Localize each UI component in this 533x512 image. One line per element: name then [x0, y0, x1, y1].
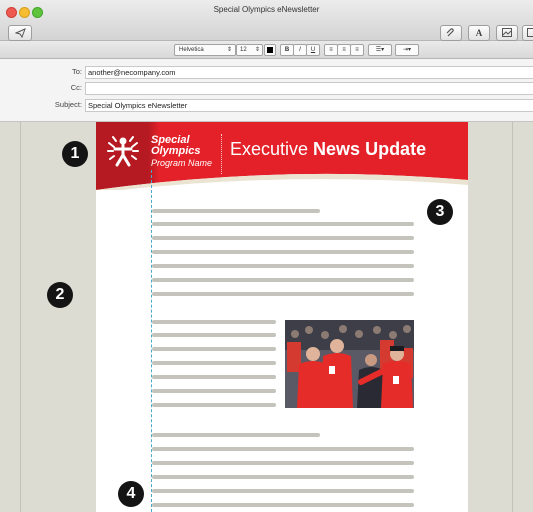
- to-label: To:: [71, 67, 82, 76]
- placeholder-text-line: [152, 375, 276, 379]
- window-title: Special Olympics eNewsletter: [213, 5, 320, 14]
- paperclip-icon: [446, 28, 454, 37]
- message-body[interactable]: Special Olympics Program Name Executive …: [0, 122, 533, 512]
- placeholder-text-line: [152, 209, 320, 213]
- placeholder-text-line: [152, 222, 414, 226]
- cc-row: Cc:: [0, 81, 533, 95]
- align-center-button[interactable]: ≡: [337, 44, 351, 56]
- format-font-button[interactable]: A: [468, 25, 490, 41]
- placeholder-text-line: [152, 278, 414, 282]
- placeholder-text-line: [152, 403, 276, 407]
- italic-button[interactable]: I: [293, 44, 307, 56]
- body-margin-line: [512, 122, 513, 512]
- placeholder-text-line: [152, 320, 276, 324]
- placeholder-text-line: [152, 489, 414, 493]
- send-icon: [13, 28, 26, 39]
- subject-label: Subject:: [54, 100, 82, 109]
- program-name: Program Name: [151, 158, 213, 168]
- placeholder-text-line: [152, 447, 414, 451]
- align-left-button[interactable]: ≡: [324, 44, 338, 56]
- logo-text-olympics: Olympics: [151, 145, 201, 157]
- placeholder-text-line: [152, 333, 276, 337]
- text-color-button[interactable]: [264, 44, 276, 56]
- newsletter-photo[interactable]: [285, 320, 414, 408]
- placeholder-text-line: [152, 503, 414, 507]
- send-button[interactable]: [8, 25, 32, 41]
- placeholder-text-line: [152, 461, 414, 465]
- font-size-value: 12: [240, 47, 247, 53]
- subject-row: Subject: Special Olympics eNewsletter: [0, 98, 533, 112]
- align-left-icon: ≡: [329, 47, 333, 53]
- headline-light: Executive: [230, 139, 314, 159]
- banner-divider: [221, 134, 222, 174]
- photo-browser-icon: [502, 28, 512, 37]
- placeholder-text-line: [152, 433, 320, 437]
- title-bar: Special Olympics eNewsletter A: [0, 0, 533, 41]
- cc-label: Cc:: [70, 83, 82, 92]
- indent-button[interactable]: ⇥▾: [395, 44, 419, 56]
- placeholder-text-line: [152, 292, 414, 296]
- body-margin-line: [20, 122, 21, 512]
- chevron-updown-icon: ⇕: [254, 47, 260, 53]
- stationery-icon: [527, 28, 533, 37]
- font-family-select[interactable]: Helvetica ⇕: [174, 44, 236, 56]
- align-center-icon: ≡: [342, 47, 346, 53]
- newsletter-headline: Executive News Update: [230, 139, 426, 160]
- bold-button[interactable]: B: [280, 44, 294, 56]
- placeholder-text-line: [152, 250, 414, 254]
- headline-bold: News Update: [313, 139, 427, 159]
- color-swatch-icon: [267, 47, 273, 53]
- underline-button[interactable]: U: [306, 44, 320, 56]
- format-bar: Helvetica ⇕ 12 ⇕ B I U ≡ ≡ ≡ ☰▾ ⇥▾: [0, 41, 533, 59]
- indent-icon: ⇥▾: [402, 47, 412, 53]
- special-olympics-logo-icon: [107, 136, 139, 167]
- placeholder-text-line: [152, 347, 276, 351]
- placeholder-text-line: [152, 361, 276, 365]
- photo-athletes-image: [285, 320, 414, 408]
- align-right-button[interactable]: ≡: [350, 44, 364, 56]
- callout-badge-3: 3: [427, 199, 453, 225]
- to-field[interactable]: another@necompany.com: [85, 66, 533, 79]
- message-headers: To: another@necompany.com Cc: Subject: S…: [0, 59, 533, 122]
- subject-field[interactable]: Special Olympics eNewsletter: [85, 99, 533, 112]
- placeholder-text-line: [152, 236, 414, 240]
- chevron-updown-icon: ⇕: [226, 47, 232, 53]
- placeholder-text-line: [152, 389, 276, 393]
- toolbar-overflow-button[interactable]: [522, 25, 533, 41]
- cc-field[interactable]: [85, 82, 533, 95]
- photo-browser-button[interactable]: [496, 25, 518, 41]
- attach-button[interactable]: [440, 25, 462, 41]
- mail-compose-window: Special Olympics eNewsletter A Helvetica…: [0, 0, 533, 512]
- callout-badge-4: 4: [118, 481, 144, 507]
- list-style-button[interactable]: ☰▾: [368, 44, 392, 56]
- callout-badge-2: 2: [47, 282, 73, 308]
- placeholder-text-line: [152, 264, 414, 268]
- font-family-value: Helvetica: [179, 47, 204, 53]
- font-size-select[interactable]: 12 ⇕: [236, 44, 263, 56]
- align-right-icon: ≡: [355, 47, 359, 53]
- to-row: To: another@necompany.com: [0, 65, 533, 79]
- list-icon: ☰▾: [375, 47, 385, 53]
- callout-badge-1: 1: [62, 141, 88, 167]
- placeholder-text-line: [152, 475, 414, 479]
